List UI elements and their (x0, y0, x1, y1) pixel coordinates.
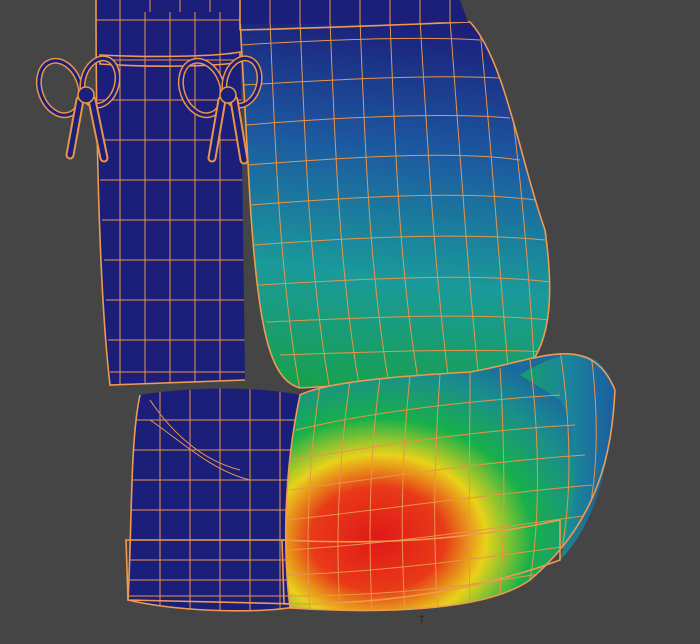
right-boot[interactable] (281, 345, 616, 612)
left-boot[interactable] (125, 388, 301, 612)
right-pant-leg[interactable] (239, 19, 551, 390)
pivot-marker: † (419, 612, 425, 625)
left-pant-leg[interactable] (95, 0, 250, 390)
3d-viewport[interactable]: † (0, 0, 700, 644)
mesh-canvas[interactable] (0, 0, 700, 644)
